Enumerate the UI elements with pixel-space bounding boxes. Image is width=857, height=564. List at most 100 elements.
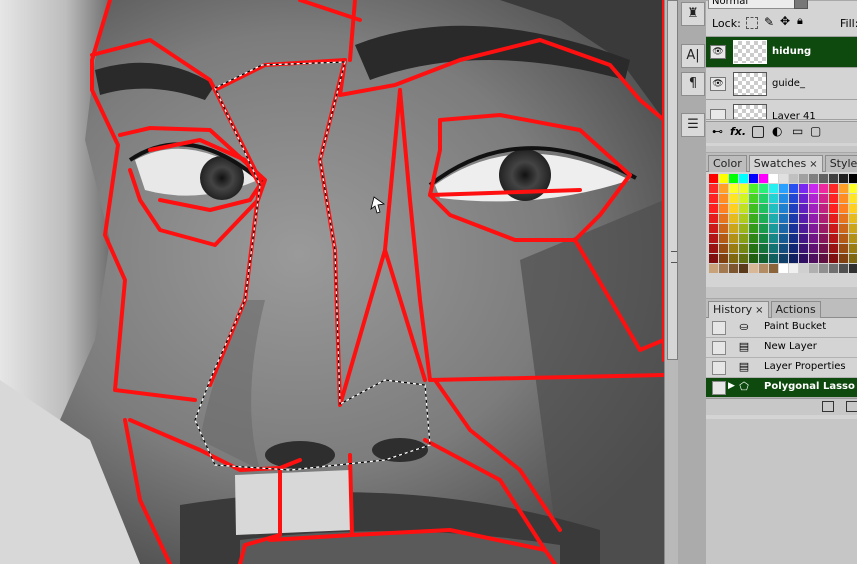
color-swatch[interactable] [759,244,768,253]
color-swatch[interactable] [799,194,808,203]
document-canvas[interactable] [0,0,664,564]
color-swatch[interactable] [809,234,818,243]
color-swatch[interactable] [779,214,788,223]
color-swatch[interactable] [799,174,808,183]
color-swatch[interactable] [769,174,778,183]
color-swatch[interactable] [769,214,778,223]
lock-transparent-icon[interactable] [746,17,758,29]
color-swatch[interactable] [849,184,857,193]
color-swatch[interactable] [729,244,738,253]
color-swatch[interactable] [769,244,778,253]
color-swatch[interactable] [759,254,768,263]
color-swatch[interactable] [799,254,808,263]
new-layer-icon[interactable]: ▢ [810,124,821,138]
color-swatch[interactable] [849,234,857,243]
color-swatch[interactable] [729,194,738,203]
tab-swatches[interactable]: Swatches × [748,155,823,172]
tab-actions[interactable]: Actions [770,301,821,318]
link-icon[interactable]: ⊷ [712,125,723,138]
color-swatch[interactable] [789,204,798,213]
color-swatch[interactable] [759,174,768,183]
character-icon[interactable]: A| [681,44,705,68]
color-swatch[interactable] [789,194,798,203]
color-swatch[interactable] [769,224,778,233]
color-swatch[interactable] [829,174,838,183]
tab-color[interactable]: Color [708,155,747,172]
color-swatch[interactable] [749,204,758,213]
color-swatch[interactable] [719,184,728,193]
color-swatch[interactable] [739,184,748,193]
color-swatch[interactable] [739,224,748,233]
layer-row-guide[interactable]: 👁︎ guide_ [706,69,857,100]
mask-icon[interactable] [752,126,764,138]
new-document-icon[interactable] [846,401,857,412]
color-swatch[interactable] [709,264,718,273]
color-swatch[interactable] [799,224,808,233]
color-swatch[interactable] [759,184,768,193]
color-swatch[interactable] [799,204,808,213]
canvas-vertical-scrollbar[interactable] [664,0,679,564]
color-swatch[interactable] [819,264,828,273]
color-swatch[interactable] [789,244,798,253]
color-swatch[interactable] [739,174,748,183]
color-swatch[interactable] [849,204,857,213]
color-swatch[interactable] [799,214,808,223]
color-swatch[interactable] [769,254,778,263]
layer-row-hidung[interactable]: 👁︎ hidung [706,37,857,68]
color-swatch[interactable] [809,244,818,253]
color-swatch[interactable] [729,234,738,243]
color-swatch[interactable] [709,254,718,263]
close-icon[interactable]: × [755,305,763,316]
color-swatch[interactable] [789,184,798,193]
visibility-empty-icon[interactable] [710,109,726,119]
color-swatch[interactable] [719,194,728,203]
color-swatch[interactable] [759,214,768,223]
history-snapshot-checkbox[interactable] [712,361,726,375]
color-swatch[interactable] [759,234,768,243]
color-swatch[interactable] [739,204,748,213]
color-swatch[interactable] [759,224,768,233]
history-snapshot-checkbox[interactable] [712,341,726,355]
color-swatch[interactable] [839,194,848,203]
color-swatch[interactable] [729,214,738,223]
color-swatch[interactable] [719,214,728,223]
blend-mode-select[interactable]: Normal [708,0,803,9]
color-swatch[interactable] [779,184,788,193]
color-swatch[interactable] [709,194,718,203]
color-swatch[interactable] [749,244,758,253]
color-swatch[interactable] [809,254,818,263]
color-swatch[interactable] [799,264,808,273]
color-swatch[interactable] [829,194,838,203]
color-swatch[interactable] [839,184,848,193]
color-swatch[interactable] [709,244,718,253]
color-swatch[interactable] [739,214,748,223]
color-swatch[interactable] [749,214,758,223]
color-swatch[interactable] [839,214,848,223]
color-swatch[interactable] [769,234,778,243]
color-swatch[interactable] [779,194,788,203]
color-swatch[interactable] [839,204,848,213]
color-swatch[interactable] [829,224,838,233]
color-swatch[interactable] [759,264,768,273]
color-swatch[interactable] [779,234,788,243]
color-swatch[interactable] [789,224,798,233]
color-swatch[interactable] [789,254,798,263]
color-swatch[interactable] [779,224,788,233]
history-snapshot-checkbox[interactable] [712,321,726,335]
tab-styles[interactable]: Styles [824,155,857,172]
color-swatch[interactable] [749,174,758,183]
color-swatch[interactable] [789,234,798,243]
blend-mode-dropdown-icon[interactable] [794,0,808,9]
color-swatch[interactable] [819,214,828,223]
history-item-new-layer[interactable]: ▤ New Layer [706,338,857,358]
color-swatch[interactable] [719,244,728,253]
color-swatch[interactable] [819,254,828,263]
color-swatch[interactable] [829,204,838,213]
color-swatch[interactable] [849,174,857,183]
color-swatch[interactable] [749,254,758,263]
color-swatch[interactable] [809,204,818,213]
history-snapshot-checkbox[interactable] [712,381,726,395]
color-swatch[interactable] [719,204,728,213]
color-swatch[interactable] [849,264,857,273]
color-swatch[interactable] [739,264,748,273]
